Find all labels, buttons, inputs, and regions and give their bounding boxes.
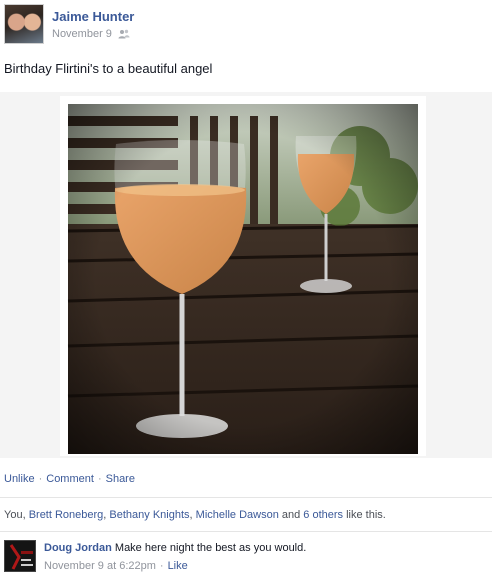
comment-link[interactable]: Comment	[46, 473, 94, 485]
post-text: Birthday Flirtini's to a beautiful angel	[4, 61, 213, 76]
likes-sentence: You, Brett Roneberg, Bethany Knights, Mi…	[4, 509, 386, 521]
liker-link[interactable]: Michelle Dawson	[196, 509, 279, 521]
comment-item: Doug Jordan Make here night the best as …	[4, 538, 488, 576]
share-link[interactable]: Share	[106, 473, 135, 485]
separator: ·	[38, 473, 43, 485]
post-header: Jaime Hunter November 9	[4, 4, 488, 48]
friends-icon[interactable]	[118, 29, 130, 39]
comment-text: Make here night the best as you would.	[114, 542, 307, 554]
others-link[interactable]: 6 others	[303, 509, 343, 521]
separator: ·	[97, 473, 102, 485]
comment-like-link[interactable]: Like	[168, 560, 188, 572]
post-actions: Unlike · Comment · Share	[4, 473, 135, 485]
divider	[0, 497, 492, 498]
likes-suffix: like this.	[343, 509, 386, 521]
comment-meta: November 9 at 6:22pm · Like	[44, 560, 188, 572]
liker-link[interactable]: Bethany Knights	[109, 509, 189, 521]
author-name[interactable]: Jaime Hunter	[52, 9, 134, 24]
author-avatar[interactable]	[4, 4, 44, 44]
comment-body: Doug Jordan Make here night the best as …	[44, 542, 306, 554]
separator: ·	[159, 560, 164, 572]
post-date[interactable]: November 9	[52, 28, 112, 40]
likes-prefix: You,	[4, 509, 29, 521]
photo-container	[0, 92, 492, 458]
liker-link[interactable]: Brett Roneberg	[29, 509, 104, 521]
commenter-avatar[interactable]	[4, 540, 36, 572]
likes-and: and	[278, 509, 304, 521]
divider	[0, 531, 492, 532]
post-photo[interactable]	[60, 96, 426, 456]
unlike-link[interactable]: Unlike	[4, 473, 35, 485]
commenter-name[interactable]: Doug Jordan	[44, 542, 112, 554]
post-meta: November 9	[52, 28, 130, 40]
comment-time[interactable]: November 9 at 6:22pm	[44, 560, 156, 572]
